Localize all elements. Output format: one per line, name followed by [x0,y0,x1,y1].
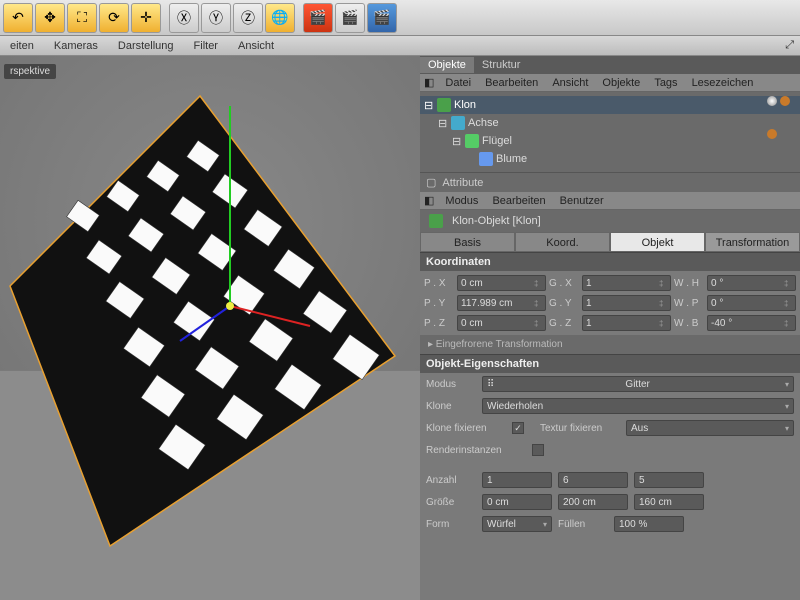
object-manager-menu: ◧ Datei Bearbeiten Ansicht Objekte Tags … [420,74,800,92]
menu-ansicht[interactable]: Ansicht [228,40,284,52]
input-gy[interactable]: 1‡ [582,295,671,311]
axis-y-button[interactable]: Ⓨ [201,3,231,33]
axis-x-button[interactable]: Ⓧ [169,3,199,33]
world-button[interactable]: 🌐 [265,3,295,33]
section-koordinaten: Koordinaten [420,252,800,271]
dropdown-klone[interactable]: Wiederholen [482,398,794,414]
move-button[interactable]: ✥ [35,3,65,33]
scale-button[interactable]: ⛶ [67,3,97,33]
input-wb[interactable]: -40 °‡ [707,315,796,331]
section-objekteigenschaften: Objekt-Eigenschaften [420,354,800,373]
tree-item-fluegel[interactable]: ⊟ Flügel [420,132,800,150]
tree-item-achse[interactable]: ⊟ Achse [420,114,800,132]
input-anzahl-y[interactable]: 6 [558,472,628,488]
input-groesse-y[interactable]: 200 cm [558,494,628,510]
om-menu-datei[interactable]: Datei [438,77,478,89]
om-menu-bearbeiten[interactable]: Bearbeiten [478,77,545,89]
object-manager-tabs: Objekte Struktur [420,56,800,74]
tab-struktur[interactable]: Struktur [474,57,529,73]
om-menu-lesezeichen[interactable]: Lesezeichen [685,77,761,89]
viewport-menubar: eiten Kameras Darstellung Filter Ansicht… [0,36,800,56]
null-icon [451,116,465,130]
dropdown-modus[interactable]: ⠿ Gitter [482,376,794,392]
tab-transformation[interactable]: Transformation [705,232,800,252]
polygon-icon [465,134,479,148]
dropdown-textur-fixieren[interactable]: Aus [626,420,794,436]
attribute-manager-header: ▢Attribute [420,172,800,192]
rotate-button[interactable]: ⟳ [99,3,129,33]
tree-item-klon[interactable]: ⊟ Klon ✓ [420,96,800,114]
cloner-icon [429,214,443,228]
tab-objekte[interactable]: Objekte [420,57,474,73]
object-tree: ⊟ Klon ✓ ⊟ Achse ⊟ Flügel Blume [420,92,800,172]
om-menu-ansicht[interactable]: Ansicht [545,77,595,89]
recent-button[interactable]: ✛ [131,3,161,33]
undo-button[interactable]: ↶ [3,3,33,33]
main-toolbar: ↶ ✥ ⛶ ⟳ ✛ Ⓧ Ⓨ Ⓩ 🌐 🎬 🎬 🎬 [0,0,800,36]
attribute-tabs: Basis Koord. Objekt Transformation [420,232,800,252]
attribute-menu: ◧ Modus Bearbeiten Benutzer [420,192,800,210]
cloner-icon [437,98,451,112]
checkbox-klone-fixieren[interactable]: ✓ [512,422,524,434]
spline-icon [479,152,493,166]
om-menu-tags[interactable]: Tags [647,77,684,89]
om-menu-objekte[interactable]: Objekte [595,77,647,89]
input-px[interactable]: 0 cm‡ [457,275,546,291]
dropdown-form[interactable]: Würfel [482,516,552,532]
input-anzahl-z[interactable]: 5 [634,472,704,488]
attribute-object-title: Klon-Objekt [Klon] [420,210,800,232]
viewport-geometry [0,56,420,596]
attr-menu-bearbeiten[interactable]: Bearbeiten [485,195,552,207]
axis-z-button[interactable]: Ⓩ [233,3,263,33]
attr-menu-benutzer[interactable]: Benutzer [553,195,611,207]
frozen-transformation[interactable]: ▸ Eingefrorene Transformation [420,335,800,354]
input-anzahl-x[interactable]: 1 [482,472,552,488]
input-gx[interactable]: 1‡ [582,275,671,291]
menu-kameras[interactable]: Kameras [44,40,108,52]
input-gz[interactable]: 1‡ [582,315,671,331]
tab-koord[interactable]: Koord. [515,232,610,252]
viewport-3d[interactable]: rspektive [0,56,420,600]
menu-darstellung[interactable]: Darstellung [108,40,184,52]
render-button[interactable]: 🎬 [335,3,365,33]
tab-basis[interactable]: Basis [420,232,515,252]
input-py[interactable]: 117.989 cm‡ [457,295,546,311]
input-groesse-x[interactable]: 0 cm [482,494,552,510]
render-settings-button[interactable]: 🎬 [367,3,397,33]
input-wh[interactable]: 0 °‡ [707,275,796,291]
input-groesse-z[interactable]: 160 cm [634,494,704,510]
menu-eiten[interactable]: eiten [0,40,44,52]
checkbox-renderinstanzen[interactable] [532,444,544,456]
tag-area [767,96,790,142]
right-panel: Objekte Struktur ◧ Datei Bearbeiten Ansi… [420,56,800,600]
menu-filter[interactable]: Filter [184,40,228,52]
tree-item-blume[interactable]: Blume [420,150,800,168]
input-wp[interactable]: 0 °‡ [707,295,796,311]
attr-menu-modus[interactable]: Modus [438,195,485,207]
render-region-button[interactable]: 🎬 [303,3,333,33]
input-fuellen[interactable]: 100 % [614,516,684,532]
tab-objekt[interactable]: Objekt [610,232,705,252]
input-pz[interactable]: 0 cm‡ [457,315,546,331]
viewport-expand-icon[interactable]: ⤢ [775,39,800,52]
